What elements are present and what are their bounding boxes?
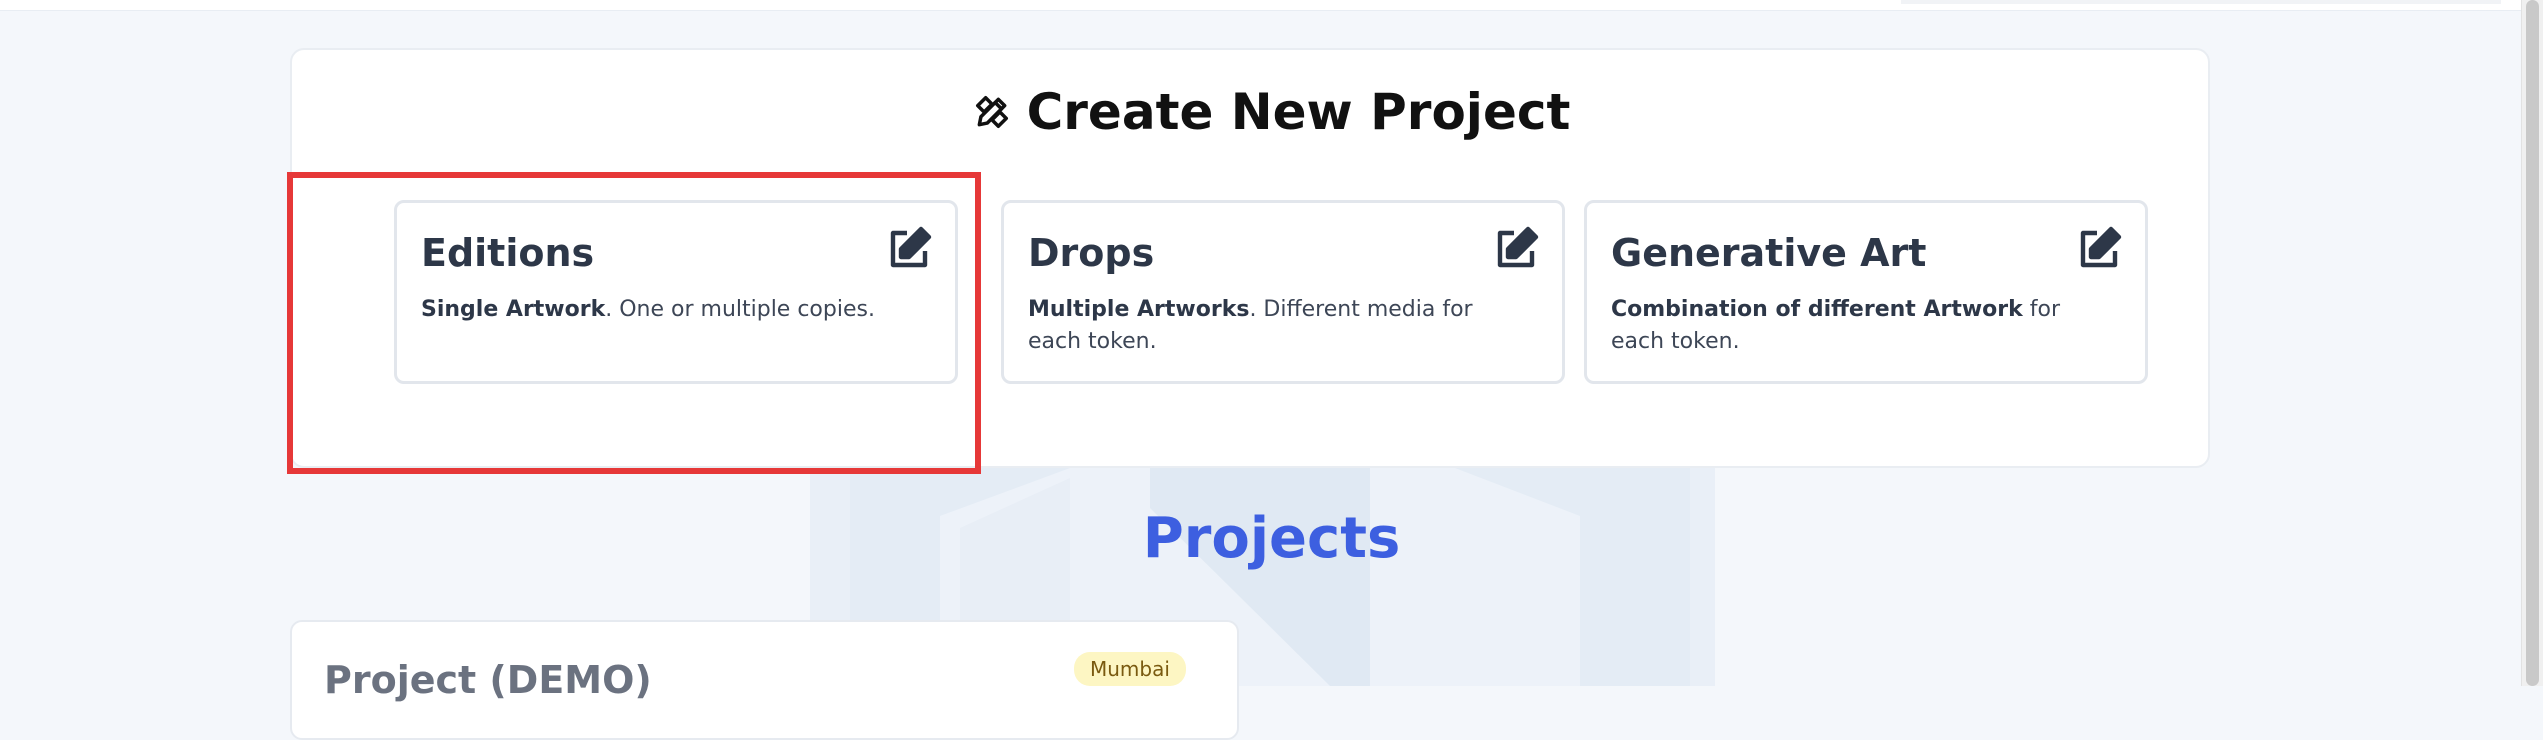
projects-heading: Projects [1142,506,1401,571]
edit-icon [1492,225,1540,273]
top-bar-strip [1901,0,2501,4]
vertical-scrollbar[interactable] [2521,0,2543,686]
edit-icon [2075,225,2123,273]
create-project-title: Create New Project [1026,83,1571,141]
project-card[interactable]: Project (DEMO) Mumbai [290,620,1239,740]
pencil-ruler-icon [973,82,1011,146]
project-name: Project (DEMO) [324,658,652,702]
scrollbar-thumb[interactable] [2526,0,2539,686]
edit-icon [885,225,933,273]
create-project-heading: Create New Project [0,80,2543,146]
project-type-card-drops[interactable]: Drops Multiple Artworks. Different media… [1001,200,1565,384]
card-description: Single Artwork. One or multiple copies. [421,297,875,322]
project-type-card-generative-art[interactable]: Generative Art Combination of different … [1584,200,2148,384]
top-bar [0,0,2522,11]
card-title: Editions [421,231,595,275]
card-title: Drops [1028,231,1155,275]
card-title: Generative Art [1611,231,1927,275]
card-description: Multiple Artworks. Different media for e… [1028,297,1473,354]
card-description: Combination of different Artwork for eac… [1611,297,2061,354]
project-type-card-editions[interactable]: Editions Single Artwork. One or multiple… [394,200,958,384]
network-badge: Mumbai [1074,652,1186,686]
